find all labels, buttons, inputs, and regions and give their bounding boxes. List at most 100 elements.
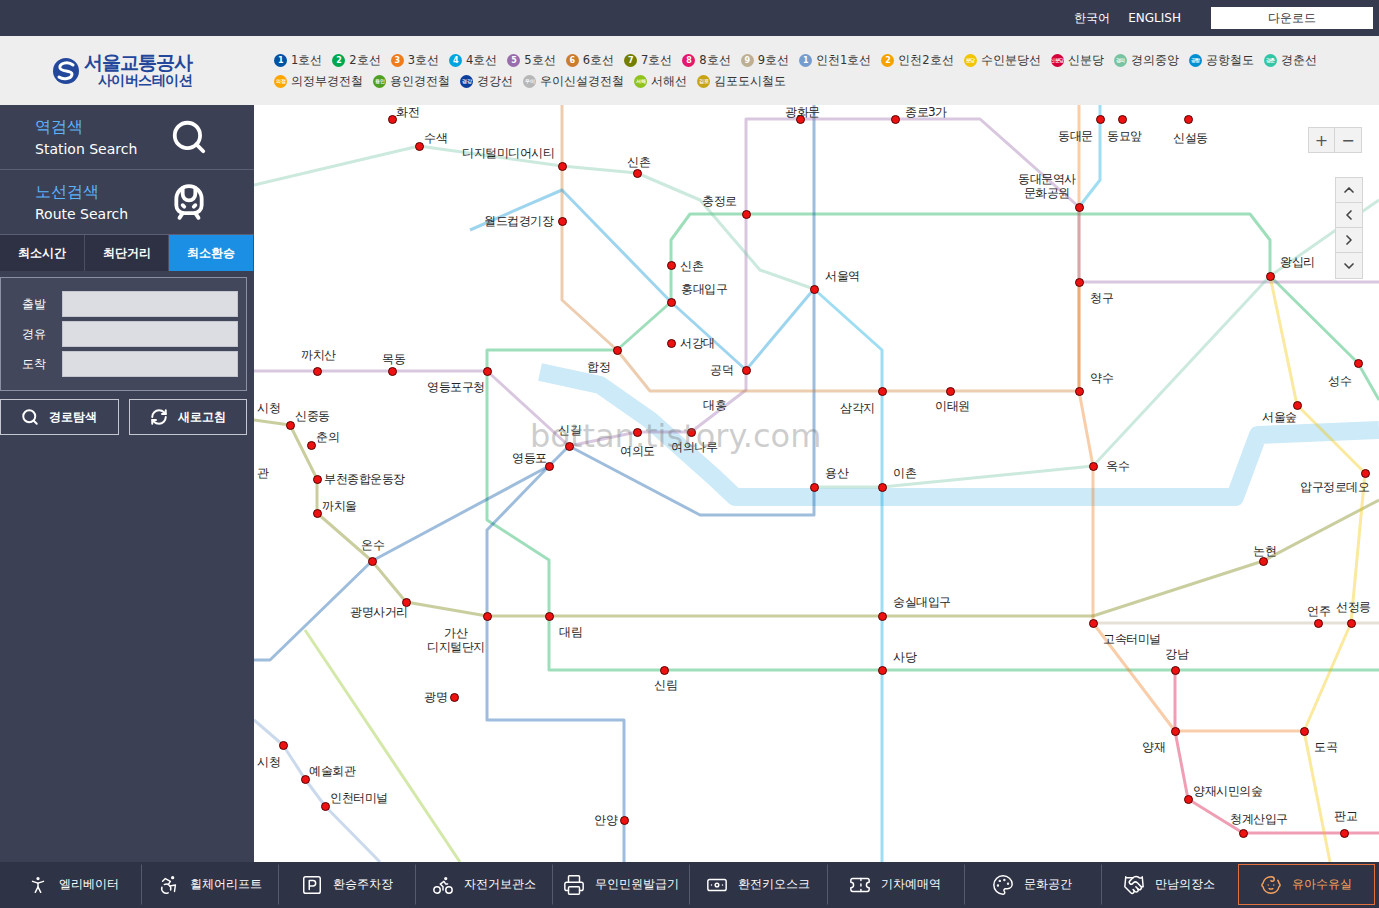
legend-item[interactable]: 분당수인분당선	[964, 53, 1041, 68]
station-dot[interactable]	[633, 169, 642, 178]
station-label[interactable]: 신림	[654, 678, 677, 692]
pan-up-button[interactable]	[1336, 178, 1362, 203]
station-dot[interactable]	[1293, 401, 1302, 410]
facility-item[interactable]: 만남의장소	[1101, 864, 1238, 905]
station-label[interactable]: 시청	[257, 401, 280, 415]
station-label[interactable]: 까치산	[301, 348, 336, 362]
station-input[interactable]	[62, 291, 238, 317]
station-dot[interactable]	[1075, 278, 1084, 287]
station-label[interactable]: 영등포구청	[427, 380, 485, 394]
station-label[interactable]: 종로3가	[905, 105, 947, 119]
station-label[interactable]: 관	[257, 466, 269, 480]
station-label[interactable]: 언주	[1307, 604, 1330, 618]
station-label[interactable]: 시청	[257, 755, 280, 769]
pan-right-button[interactable]	[1336, 228, 1362, 253]
station-label[interactable]: 여의나루	[671, 440, 717, 454]
station-label[interactable]: 춘의	[316, 430, 339, 444]
language-link[interactable]: 한국어	[1074, 10, 1128, 27]
refresh-button[interactable]: 새로고침	[129, 399, 248, 435]
search-mode[interactable]: 노선검색Route Search	[0, 170, 254, 235]
station-dot[interactable]	[1354, 359, 1363, 368]
facility-item[interactable]: 무인민원발급기	[552, 864, 689, 905]
station-dot[interactable]	[613, 346, 622, 355]
pan-left-button[interactable]	[1336, 203, 1362, 228]
station-dot[interactable]	[878, 612, 887, 621]
legend-item[interactable]: 신분당신분당	[1051, 53, 1104, 68]
station-label[interactable]: 논현	[1253, 544, 1276, 558]
station-label[interactable]: 가산 디지털단지	[427, 626, 485, 654]
station-dot[interactable]	[742, 210, 751, 219]
station-dot[interactable]	[415, 142, 424, 151]
station-dot[interactable]	[1096, 115, 1105, 124]
station-label[interactable]: 광명사거리	[350, 605, 408, 619]
station-dot[interactable]	[307, 441, 316, 450]
route-tab[interactable]: 최소환승	[169, 235, 254, 271]
station-dot[interactable]	[1075, 387, 1084, 396]
station-label[interactable]: 사당	[893, 650, 916, 664]
station-dot[interactable]	[1118, 115, 1127, 124]
pan-down-button[interactable]	[1336, 253, 1362, 278]
facility-item[interactable]: 휠체어리프트	[141, 864, 278, 905]
station-label[interactable]: 동대문	[1058, 129, 1093, 143]
station-label[interactable]: 화전	[396, 105, 419, 119]
station-label[interactable]: 동대문역사 문화공원	[1018, 172, 1076, 200]
legend-item[interactable]: 서해서해선	[634, 74, 687, 89]
route-tab[interactable]: 최단거리	[85, 235, 170, 271]
legend-item[interactable]: 33호선	[391, 53, 439, 68]
station-label[interactable]: 판교	[1334, 809, 1357, 823]
station-dot[interactable]	[620, 816, 629, 825]
station-dot[interactable]	[742, 366, 751, 375]
station-label[interactable]: 청계산입구	[1230, 812, 1288, 826]
station-label[interactable]: 안양	[594, 813, 617, 827]
facility-item[interactable]: 환승주차장	[278, 864, 415, 905]
station-dot[interactable]	[279, 741, 288, 750]
station-label[interactable]: 이촌	[893, 466, 916, 480]
station-dot[interactable]	[667, 339, 676, 348]
station-label[interactable]: 서강대	[680, 336, 715, 350]
station-label[interactable]: 신길	[558, 423, 581, 437]
station-label[interactable]: 대흥	[703, 398, 726, 412]
station-dot[interactable]	[878, 666, 887, 675]
station-dot[interactable]	[687, 428, 696, 437]
legend-item[interactable]: 77호선	[624, 53, 672, 68]
facility-item[interactable]: 기차예매역	[827, 864, 964, 905]
facility-item[interactable]: 자전거보관소	[415, 864, 552, 905]
station-input[interactable]	[62, 351, 238, 377]
station-label[interactable]: 이태원	[935, 399, 970, 413]
legend-item[interactable]: 의정의정부경전철	[274, 74, 363, 89]
station-dot[interactable]	[301, 775, 310, 784]
station-dot[interactable]	[1089, 462, 1098, 471]
station-dot[interactable]	[810, 285, 819, 294]
zoom-out-button[interactable]: −	[1335, 128, 1361, 152]
station-dot[interactable]	[1184, 115, 1193, 124]
station-dot[interactable]	[878, 483, 887, 492]
legend-item[interactable]: 김포김포도시철도	[697, 74, 786, 89]
station-dot[interactable]	[1171, 727, 1180, 736]
station-dot[interactable]	[810, 483, 819, 492]
station-label[interactable]: 성수	[1328, 374, 1351, 388]
station-label[interactable]: 옥수	[1106, 459, 1129, 473]
station-dot[interactable]	[450, 693, 459, 702]
station-label[interactable]: 왕십리	[1280, 255, 1315, 269]
station-label[interactable]: 용산	[825, 466, 848, 480]
station-label[interactable]: 동묘앞	[1107, 129, 1142, 143]
station-label[interactable]: 여의도	[620, 444, 655, 458]
station-label[interactable]: 선정릉	[1336, 600, 1371, 614]
facility-item[interactable]: 문화공간	[964, 864, 1101, 905]
legend-item[interactable]: 경의경의중앙	[1114, 53, 1179, 68]
station-dot[interactable]	[1347, 619, 1356, 628]
legend-item[interactable]: 44호선	[449, 53, 497, 68]
station-dot[interactable]	[483, 367, 492, 376]
station-dot[interactable]	[388, 367, 397, 376]
station-dot[interactable]	[878, 387, 887, 396]
station-dot[interactable]	[388, 115, 397, 124]
station-input[interactable]	[62, 321, 238, 347]
route-tab[interactable]: 최소시간	[0, 235, 85, 271]
legend-item[interactable]: 66호선	[566, 53, 614, 68]
legend-item[interactable]: 공항공항철도	[1189, 53, 1254, 68]
station-label[interactable]: 고속터미널	[1103, 632, 1161, 646]
legend-item[interactable]: 경춘경춘선	[1264, 53, 1317, 68]
station-label[interactable]: 청구	[1090, 291, 1113, 305]
station-dot[interactable]	[558, 162, 567, 171]
station-dot[interactable]	[1314, 619, 1323, 628]
